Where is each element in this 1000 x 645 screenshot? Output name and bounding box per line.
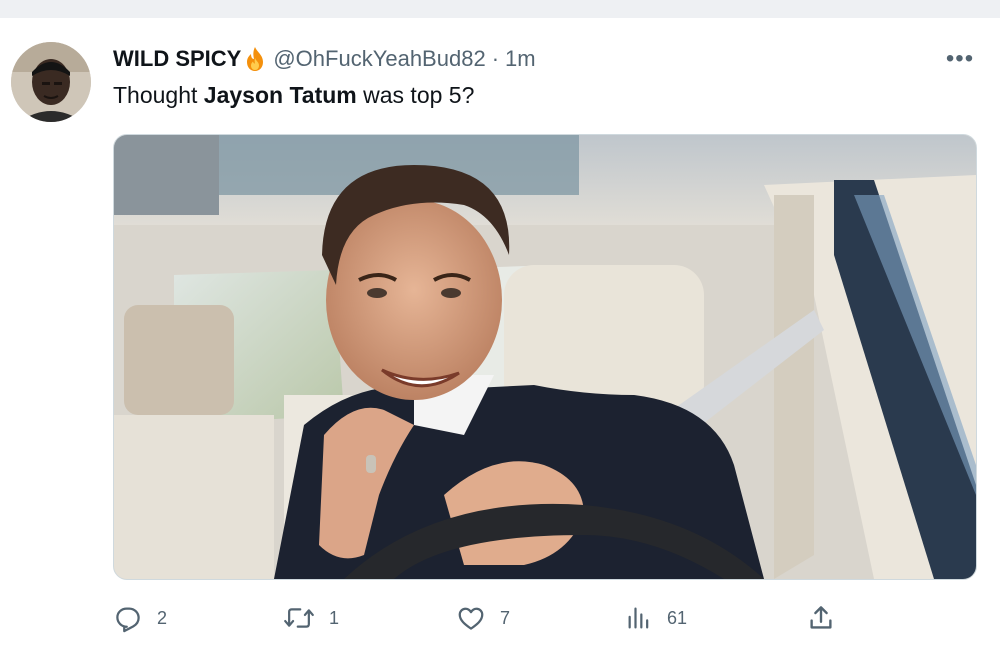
tweet-actions: 2 1 7 61 xyxy=(113,603,853,633)
fire-icon xyxy=(243,46,267,72)
tweet-media-image[interactable] xyxy=(113,134,977,580)
retweet-count: 1 xyxy=(329,607,340,628)
tweet-card[interactable]: WILD SPICY @OhFuckYeahBud82 · 1m ••• Tho… xyxy=(0,18,1000,645)
more-icon[interactable]: ••• xyxy=(940,45,980,72)
retweet-icon xyxy=(284,608,314,628)
user-handle[interactable]: @OhFuckYeahBud82 xyxy=(273,46,485,72)
reply-count: 2 xyxy=(157,607,168,628)
media-photo xyxy=(114,135,976,579)
retweet-button[interactable]: 1 xyxy=(283,603,339,633)
heart-icon xyxy=(458,607,484,630)
tweet-text-start: Thought xyxy=(113,82,204,108)
tweet-text: Thought Jayson Tatum was top 5? xyxy=(113,82,474,109)
separator: · xyxy=(491,46,500,71)
tweet-header: WILD SPICY @OhFuckYeahBud82 · 1m xyxy=(113,44,536,74)
share-button[interactable] xyxy=(806,603,836,633)
avatar[interactable] xyxy=(11,42,91,122)
tweet-text-end: was top 5? xyxy=(356,82,475,108)
reply-button[interactable]: 2 xyxy=(113,603,167,633)
views-button[interactable]: 61 xyxy=(625,603,687,633)
like-count: 7 xyxy=(500,607,511,628)
like-button[interactable]: 7 xyxy=(456,603,510,633)
views-count: 61 xyxy=(667,607,688,628)
tweet-text-bold: Jayson Tatum xyxy=(203,82,357,108)
analytics-icon xyxy=(628,607,649,629)
reply-icon xyxy=(116,607,140,633)
avatar-photo xyxy=(11,42,91,122)
share-icon xyxy=(810,606,832,629)
display-name[interactable]: WILD SPICY xyxy=(113,46,241,72)
timestamp[interactable]: 1m xyxy=(505,46,536,72)
